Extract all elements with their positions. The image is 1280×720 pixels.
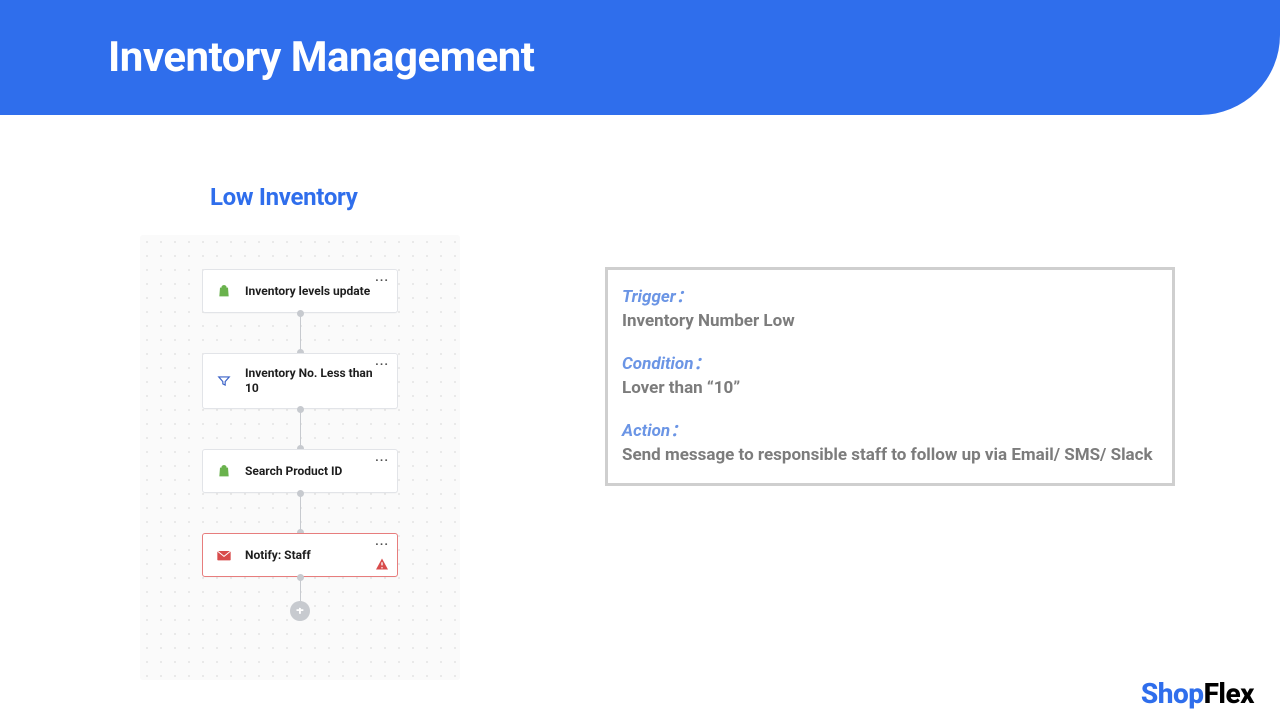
- connector-line: [300, 409, 301, 449]
- brand-part2: Flex: [1204, 677, 1254, 710]
- connector-line: [300, 313, 301, 353]
- node-more-button[interactable]: ···: [375, 358, 389, 370]
- node-more-button[interactable]: ···: [375, 538, 389, 550]
- workflow-node-label: Search Product ID: [245, 464, 342, 479]
- filter-icon: [215, 372, 233, 390]
- desc-condition-text: Lover than “10”: [622, 378, 1158, 398]
- desc-condition-row: Condition： Lover than “10”: [622, 349, 1158, 398]
- workflow-canvas[interactable]: Inventory levels update ··· Inventory No…: [140, 235, 460, 680]
- shop-bag-icon: [215, 282, 233, 300]
- brand-logo: ShopFlex: [1141, 677, 1254, 710]
- workflow-inner: Inventory levels update ··· Inventory No…: [140, 235, 460, 680]
- desc-condition-label: Condition：: [622, 349, 1158, 374]
- node-more-button[interactable]: ···: [375, 454, 389, 466]
- workflow-node-trigger[interactable]: Inventory levels update ···: [202, 269, 398, 313]
- shop-bag-icon: [215, 462, 233, 480]
- workflow-node-condition[interactable]: Inventory No. Less than 10 ···: [202, 353, 398, 409]
- desc-action-label: Action：: [622, 416, 1158, 441]
- workflow-node-action[interactable]: Notify: Staff ···: [202, 533, 398, 577]
- desc-action-row: Action： Send message to responsible staf…: [622, 416, 1158, 465]
- desc-trigger-row: Trigger： Inventory Number Low: [622, 282, 1158, 331]
- workflow-node-label: Inventory levels update: [245, 284, 370, 299]
- workflow-node-label: Inventory No. Less than 10: [245, 366, 385, 396]
- page-title: Inventory Management: [108, 33, 535, 82]
- page-header: Inventory Management: [0, 0, 1280, 115]
- desc-trigger-text: Inventory Number Low: [622, 311, 1158, 331]
- connector-line: [300, 493, 301, 533]
- node-more-button[interactable]: ···: [375, 274, 389, 286]
- brand-part1: Shop: [1141, 677, 1204, 710]
- workflow-node-lookup[interactable]: Search Product ID ···: [202, 449, 398, 493]
- workflow-description-panel: Trigger： Inventory Number Low Condition：…: [605, 267, 1175, 486]
- workflow-node-label: Notify: Staff: [245, 548, 311, 563]
- desc-trigger-label: Trigger：: [622, 282, 1158, 307]
- warning-icon: [375, 558, 389, 570]
- desc-action-text: Send message to responsible staff to fol…: [622, 445, 1158, 465]
- section-title: Low Inventory: [210, 183, 358, 211]
- mail-icon: [215, 546, 233, 564]
- content-area: Low Inventory Inventory levels update ··…: [0, 115, 1280, 720]
- connector-line: [300, 577, 301, 605]
